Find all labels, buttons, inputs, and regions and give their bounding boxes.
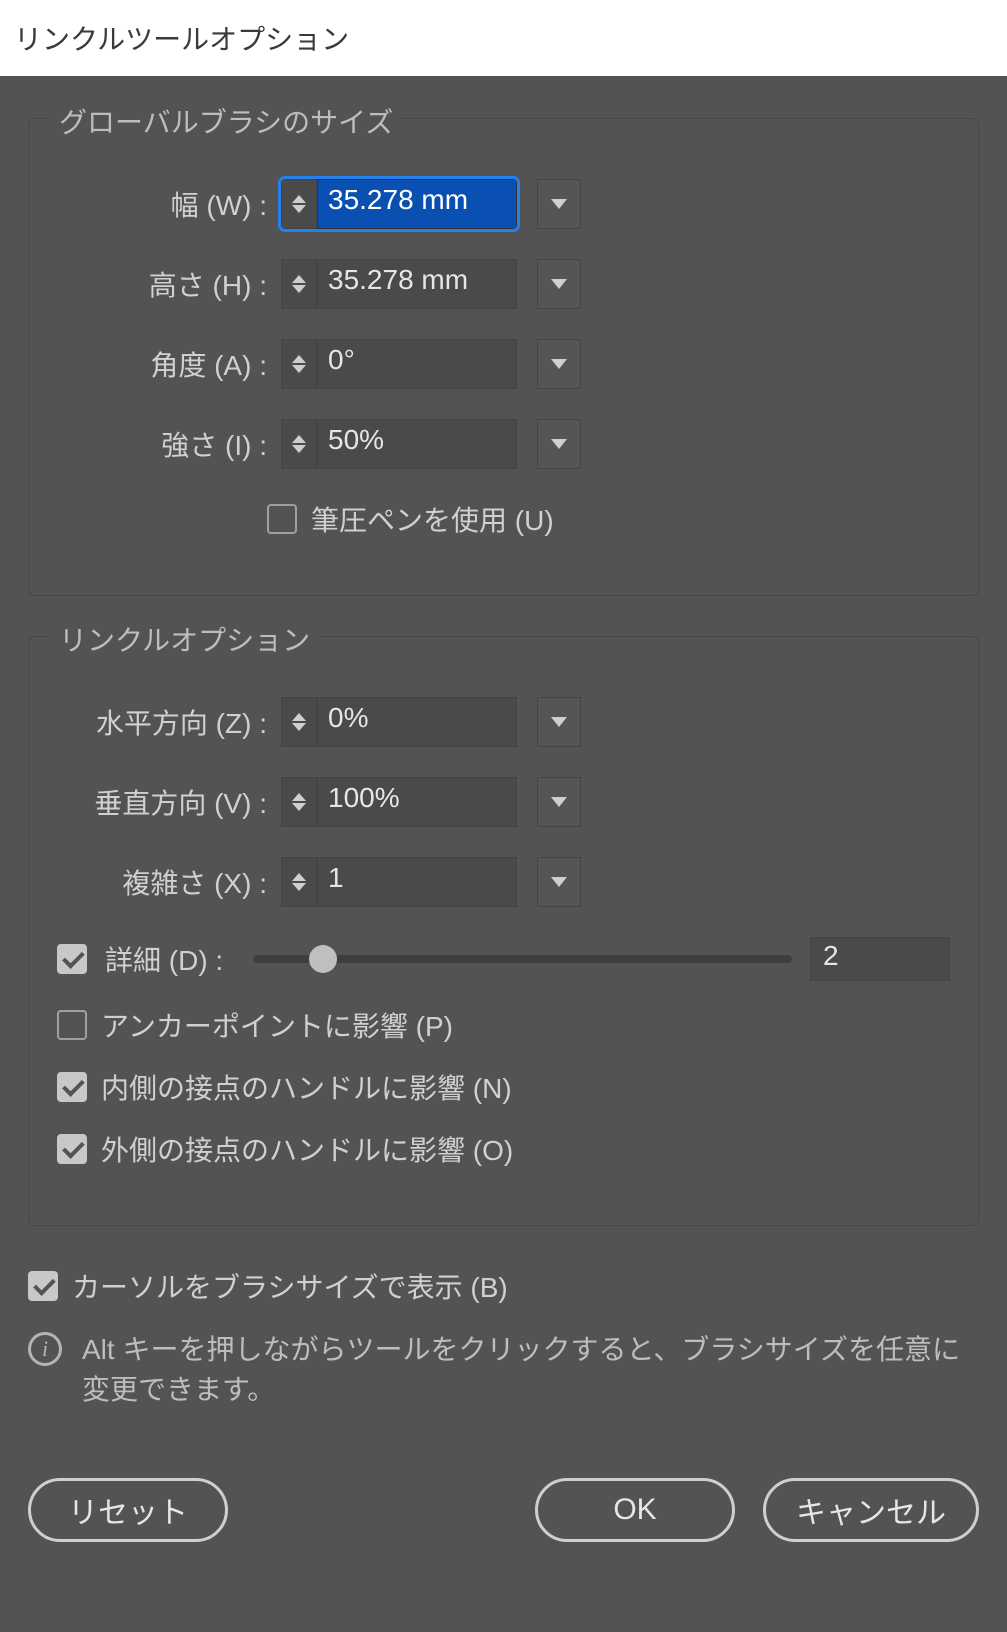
intensity-spinner[interactable] — [281, 419, 317, 469]
horizontal-dropdown[interactable] — [537, 697, 581, 747]
vertical-dropdown[interactable] — [537, 777, 581, 827]
intensity-dropdown[interactable] — [537, 419, 581, 469]
horizontal-input[interactable]: 0% — [317, 697, 517, 747]
height-label: 高さ (H) : — [57, 264, 267, 304]
cursor-checkbox[interactable] — [28, 1271, 58, 1301]
caret-up-icon — [292, 275, 306, 283]
detail-value-input[interactable]: 2 — [810, 937, 950, 981]
caret-down-icon — [292, 803, 306, 811]
button-bar: リセット OK キャンセル — [28, 1478, 979, 1542]
angle-dropdown[interactable] — [537, 339, 581, 389]
ok-button[interactable]: OK — [535, 1478, 735, 1542]
brush-size-legend: グローバルブラシのサイズ — [51, 101, 401, 141]
brush-size-group: グローバルブラシのサイズ 幅 (W) : 35.278 mm 高さ (H) : … — [28, 118, 979, 596]
caret-up-icon — [292, 195, 306, 203]
dialog-body: グローバルブラシのサイズ 幅 (W) : 35.278 mm 高さ (H) : … — [0, 76, 1007, 1632]
pressure-label: 筆圧ペンを使用 (U) — [311, 499, 554, 539]
caret-up-icon — [292, 713, 306, 721]
complexity-label: 複雑さ (X) : — [57, 862, 267, 902]
vertical-input[interactable]: 100% — [317, 777, 517, 827]
height-input[interactable]: 35.278 mm — [317, 259, 517, 309]
angle-input-group: 0° — [281, 339, 517, 389]
caret-down-icon — [292, 723, 306, 731]
cursor-label: カーソルをブラシサイズで表示 (B) — [72, 1266, 508, 1306]
width-input[interactable]: 35.278 mm — [317, 179, 517, 229]
chevron-down-icon — [551, 359, 567, 369]
caret-up-icon — [292, 873, 306, 881]
caret-down-icon — [292, 883, 306, 891]
in-handle-label: 内側の接点のハンドルに影響 (N) — [101, 1067, 512, 1107]
angle-label: 角度 (A) : — [57, 344, 267, 384]
wrinkle-options-group: リンクルオプション 水平方向 (Z) : 0% 垂直方向 (V) : 100% — [28, 636, 979, 1226]
anchor-label: アンカーポイントに影響 (P) — [101, 1005, 453, 1045]
complexity-input[interactable]: 1 — [317, 857, 517, 907]
horizontal-label: 水平方向 (Z) : — [57, 702, 267, 742]
chevron-down-icon — [551, 877, 567, 887]
chevron-down-icon — [551, 279, 567, 289]
caret-down-icon — [292, 205, 306, 213]
pressure-checkbox[interactable] — [267, 504, 297, 534]
info-icon: i — [28, 1332, 62, 1366]
width-input-group: 35.278 mm — [281, 179, 517, 229]
slider-thumb[interactable] — [309, 945, 337, 973]
horizontal-spinner[interactable] — [281, 697, 317, 747]
caret-down-icon — [292, 285, 306, 293]
caret-down-icon — [292, 365, 306, 373]
out-handle-label: 外側の接点のハンドルに影響 (O) — [101, 1129, 513, 1169]
height-input-group: 35.278 mm — [281, 259, 517, 309]
vertical-input-group: 100% — [281, 777, 517, 827]
cancel-button[interactable]: キャンセル — [763, 1478, 979, 1542]
intensity-input[interactable]: 50% — [317, 419, 517, 469]
detail-checkbox[interactable] — [57, 944, 87, 974]
horizontal-input-group: 0% — [281, 697, 517, 747]
reset-button[interactable]: リセット — [28, 1478, 228, 1542]
in-handle-checkbox[interactable] — [57, 1072, 87, 1102]
dialog-title: リンクルツールオプション — [0, 0, 1007, 76]
wrinkle-legend: リンクルオプション — [51, 619, 318, 659]
height-dropdown[interactable] — [537, 259, 581, 309]
anchor-checkbox[interactable] — [57, 1010, 87, 1040]
complexity-input-group: 1 — [281, 857, 517, 907]
intensity-label: 強さ (I) : — [57, 424, 267, 464]
width-spinner[interactable] — [281, 179, 317, 229]
detail-slider[interactable] — [253, 955, 792, 963]
intensity-input-group: 50% — [281, 419, 517, 469]
width-dropdown[interactable] — [537, 179, 581, 229]
caret-up-icon — [292, 793, 306, 801]
caret-down-icon — [292, 445, 306, 453]
vertical-spinner[interactable] — [281, 777, 317, 827]
angle-spinner[interactable] — [281, 339, 317, 389]
chevron-down-icon — [551, 717, 567, 727]
chevron-down-icon — [551, 439, 567, 449]
chevron-down-icon — [551, 199, 567, 209]
complexity-spinner[interactable] — [281, 857, 317, 907]
complexity-dropdown[interactable] — [537, 857, 581, 907]
caret-up-icon — [292, 355, 306, 363]
out-handle-checkbox[interactable] — [57, 1134, 87, 1164]
caret-up-icon — [292, 435, 306, 443]
vertical-label: 垂直方向 (V) : — [57, 782, 267, 822]
height-spinner[interactable] — [281, 259, 317, 309]
detail-label: 詳細 (D) : — [105, 939, 235, 979]
info-text: Alt キーを押しながらツールをクリックすると、ブラシサイズを任意に変更できます… — [82, 1328, 979, 1408]
chevron-down-icon — [551, 797, 567, 807]
angle-input[interactable]: 0° — [317, 339, 517, 389]
width-label: 幅 (W) : — [57, 184, 267, 224]
info-row: i Alt キーを押しながらツールをクリックすると、ブラシサイズを任意に変更でき… — [28, 1328, 979, 1408]
